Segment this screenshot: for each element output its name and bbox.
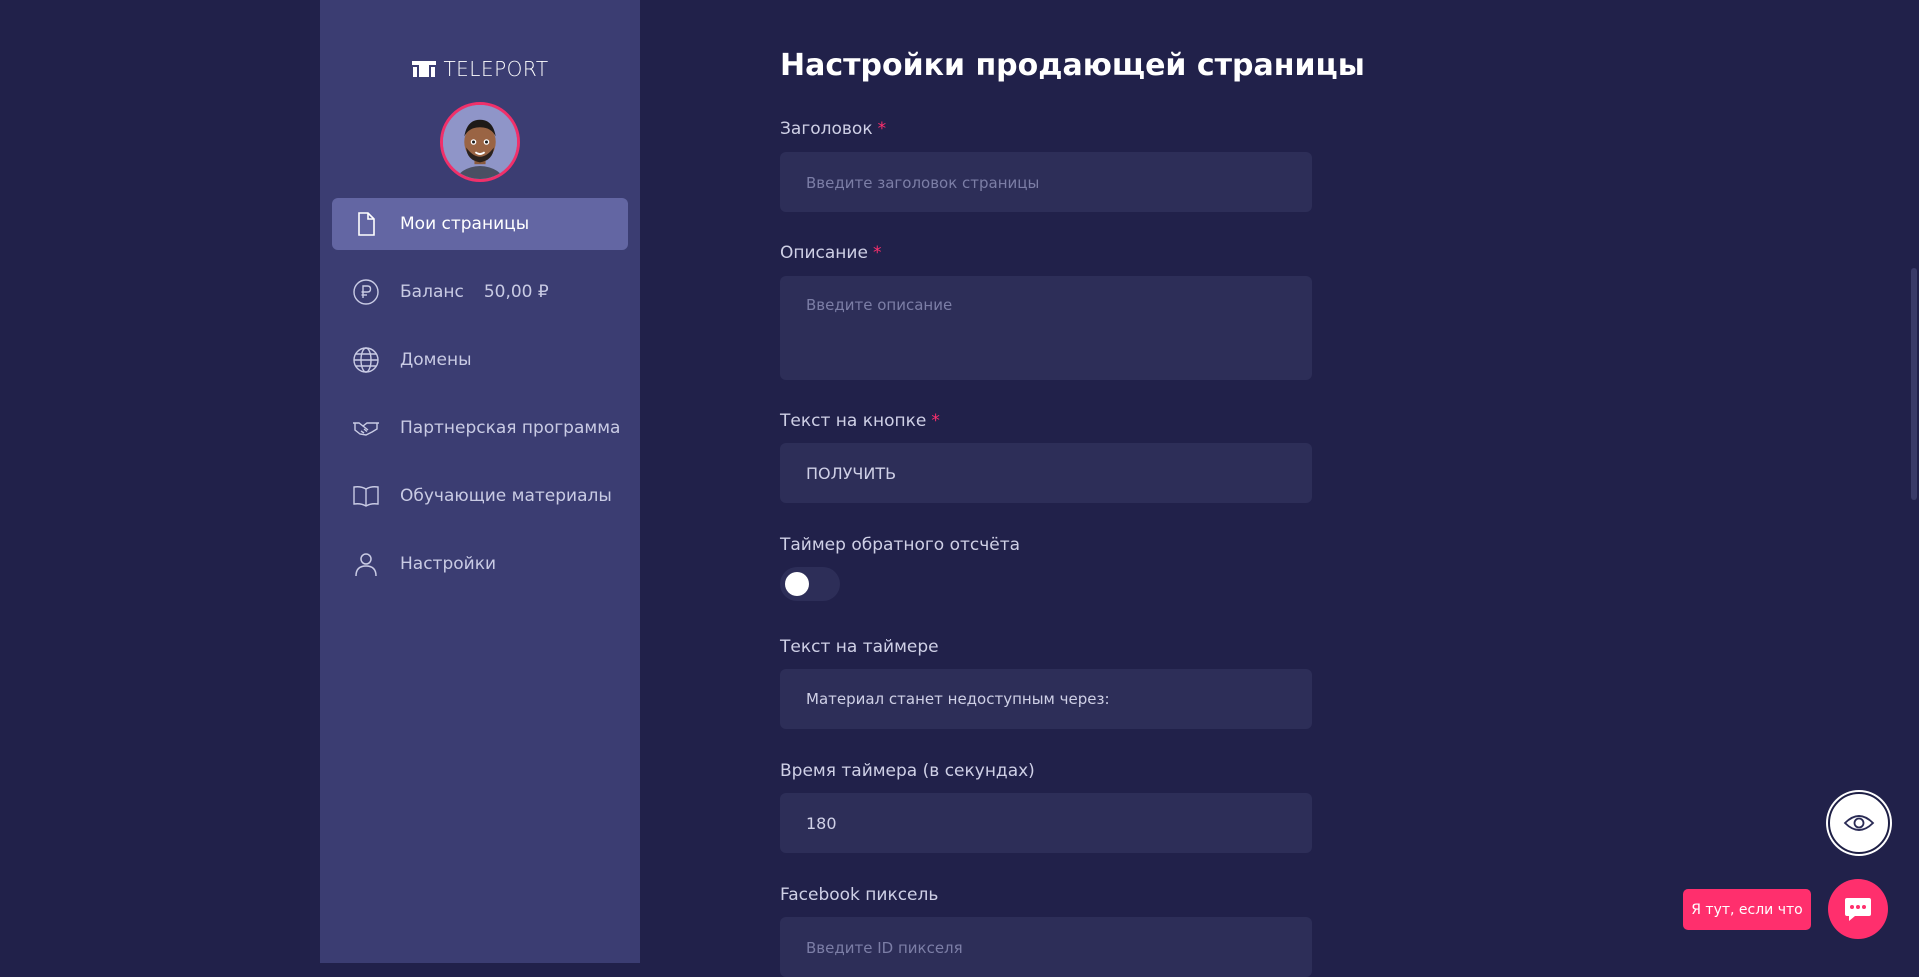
- button-text-input[interactable]: [780, 443, 1312, 503]
- user-icon: [352, 550, 380, 578]
- file-icon: [352, 210, 380, 238]
- facebook-pixel-label: Facebook пиксель: [780, 885, 939, 905]
- sidebar-item-label: Настройки: [400, 554, 497, 574]
- teleport-logo-icon: [412, 61, 437, 77]
- sidebar-item-my-pages[interactable]: Мои страницы: [332, 198, 628, 250]
- page-title: Настройки продающей страницы: [780, 48, 1365, 83]
- sidebar-item-label: Баланс: [400, 282, 464, 302]
- heading-input[interactable]: [780, 152, 1312, 212]
- globe-icon: [352, 346, 380, 374]
- required-marker: *: [872, 243, 882, 263]
- chat-button[interactable]: [1828, 879, 1888, 939]
- required-marker: *: [877, 119, 887, 139]
- handshake-icon: [352, 414, 380, 442]
- avatar[interactable]: [440, 102, 520, 182]
- button-text-label-text: Текст на кнопке: [780, 411, 927, 431]
- heading-label: Заголовок *: [780, 119, 886, 139]
- sidebar: TELEPORT Мои страницы Баланс 50,00 ₽ Дом…: [320, 0, 640, 963]
- eye-icon: [1843, 815, 1875, 831]
- toggle-knob: [785, 572, 809, 596]
- description-label-text: Описание: [780, 243, 868, 263]
- sidebar-item-label: Обучающие материалы: [400, 486, 612, 506]
- scrollbar[interactable]: [1911, 268, 1917, 500]
- sidebar-item-partner-program[interactable]: Партнерская программа: [332, 402, 628, 454]
- timer-toggle[interactable]: [780, 567, 840, 601]
- book-icon: [352, 482, 380, 510]
- timer-text-input[interactable]: [780, 669, 1312, 729]
- balance-value: 50,00 ₽: [483, 282, 549, 302]
- sidebar-item-label: Мои страницы: [400, 214, 530, 234]
- logo[interactable]: TELEPORT: [320, 57, 640, 81]
- logo-text: TELEPORT: [443, 57, 549, 81]
- timer-text-label: Текст на таймере: [780, 637, 939, 657]
- chat-icon: [1845, 898, 1871, 921]
- sidebar-nav: Мои страницы Баланс 50,00 ₽ Домены Партн…: [332, 198, 628, 606]
- facebook-pixel-input[interactable]: [780, 917, 1312, 977]
- heading-label-text: Заголовок: [780, 119, 873, 139]
- ruble-icon: [352, 278, 380, 306]
- sidebar-item-balance[interactable]: Баланс 50,00 ₽: [332, 266, 628, 318]
- chat-tooltip[interactable]: Я тут, если что: [1683, 889, 1811, 930]
- sidebar-item-domains[interactable]: Домены: [332, 334, 628, 386]
- avatar-image: [443, 105, 517, 179]
- sidebar-item-learning-materials[interactable]: Обучающие материалы: [332, 470, 628, 522]
- preview-button[interactable]: [1828, 792, 1890, 854]
- required-marker: *: [931, 411, 940, 431]
- timer-time-input[interactable]: [780, 793, 1312, 853]
- timer-time-label: Время таймера (в секундах): [780, 761, 1035, 781]
- description-label: Описание *: [780, 243, 881, 263]
- description-textarea[interactable]: [780, 276, 1312, 380]
- sidebar-item-settings[interactable]: Настройки: [332, 538, 628, 590]
- sidebar-item-label: Партнерская программа: [400, 418, 621, 438]
- sidebar-item-label: Домены: [400, 350, 472, 370]
- timer-label: Таймер обратного отсчёта: [780, 535, 1021, 555]
- button-text-label: Текст на кнопке *: [780, 411, 940, 431]
